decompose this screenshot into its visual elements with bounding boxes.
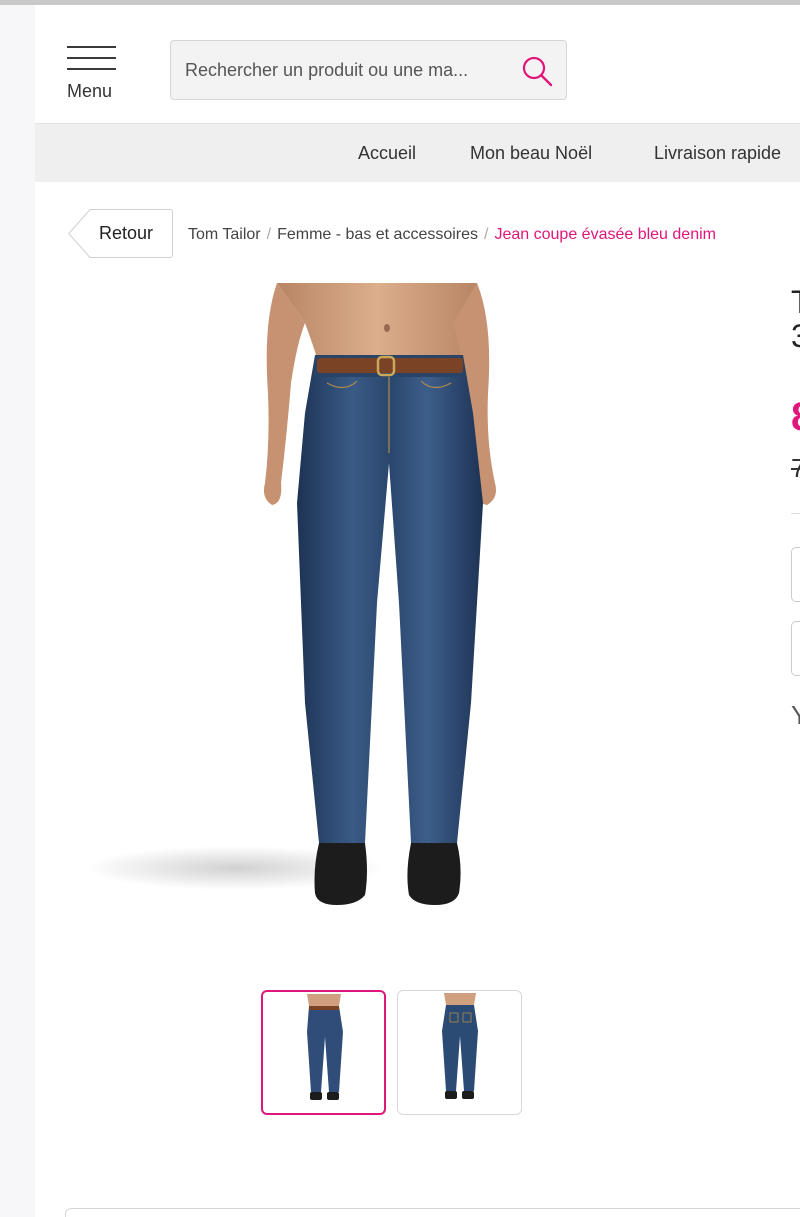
menu-bar-middle — [67, 57, 116, 59]
bottom-panel — [65, 1208, 800, 1217]
breadcrumb: Tom Tailor / Femme - bas et accessoires / Je… — [188, 226, 716, 244]
menu-bar-bottom — [67, 68, 116, 70]
jeans-front-thumbnail-icon — [307, 994, 343, 1100]
breadcrumb-item-brand[interactable]: Tom Tailor — [188, 226, 261, 243]
size-select[interactable] — [791, 547, 800, 602]
nav-item-livraison-rapide[interactable]: Livraison rapide — [654, 143, 781, 164]
thumbnail-back[interactable] — [397, 990, 522, 1115]
product-old-price: 7 — [791, 453, 800, 483]
nav-item-mon-beau-noel[interactable]: Mon beau Noël — [470, 143, 592, 164]
menu-button[interactable]: Menu — [63, 41, 123, 103]
info-divider — [791, 513, 800, 514]
product-title-line2: 3 — [791, 318, 800, 354]
page: Menu Accueil Mon beau Noël Livraison rap… — [35, 5, 800, 1217]
product-extra-text: Y — [791, 700, 800, 730]
jeans-back-thumbnail-icon — [442, 993, 478, 1099]
nav-item-accueil[interactable]: Accueil — [358, 143, 416, 164]
thumbnail-front[interactable] — [261, 990, 386, 1115]
search-icon[interactable] — [520, 54, 554, 88]
back-label: Retour — [99, 223, 154, 243]
menu-bar-top — [67, 46, 116, 48]
search-input[interactable] — [185, 41, 515, 99]
product-image[interactable] — [65, 283, 585, 953]
main-nav: Accueil Mon beau Noël Livraison rapide — [35, 123, 800, 182]
product-price: 8 — [791, 395, 800, 440]
breadcrumb-current: Jean coupe évasée bleu denim — [494, 226, 716, 243]
menu-label: Menu — [67, 81, 113, 101]
breadcrumb-item-category[interactable]: Femme - bas et accessoires — [277, 226, 478, 243]
product-title-line1: T — [791, 284, 800, 320]
quantity-select[interactable] — [791, 621, 800, 676]
breadcrumb-separator: / — [484, 226, 489, 243]
breadcrumb-separator: / — [266, 226, 272, 243]
product-title: T 3 — [791, 285, 800, 353]
search-box — [170, 40, 567, 100]
